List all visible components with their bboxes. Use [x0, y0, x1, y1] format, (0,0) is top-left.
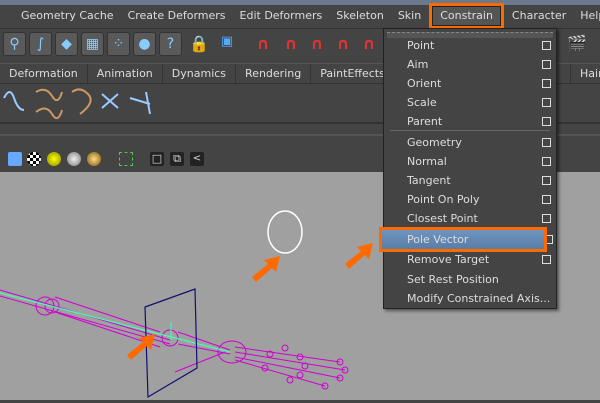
menu-item-point[interactable]: Point [384, 36, 556, 55]
option-box-icon[interactable] [542, 176, 551, 185]
snap-grid-icon[interactable]: ∩ [252, 34, 274, 54]
menu-separator [390, 130, 550, 131]
sine-curve-icon [3, 91, 25, 111]
tab-rendering[interactable]: Rendering [236, 64, 312, 83]
menu-skeleton[interactable]: Skeleton [329, 5, 391, 27]
tab-animation[interactable]: Animation [88, 64, 163, 83]
blend-curve-icon [35, 88, 63, 120]
ik-plane [144, 288, 198, 399]
snap-plane-icon[interactable]: ∩ [332, 34, 354, 54]
surface-icon[interactable]: ◆ [55, 32, 78, 56]
menu-item-geometry[interactable]: Geometry [384, 133, 556, 152]
shelf-curve-tools[interactable] [0, 84, 190, 122]
option-box-icon[interactable] [542, 214, 551, 223]
menu-geometry-cache[interactable]: Geometry Cache [14, 5, 121, 27]
tab-hair[interactable]: Hair [570, 64, 600, 84]
hw-render-icon[interactable] [87, 152, 101, 166]
menu-item-orient[interactable]: Orient [384, 74, 556, 93]
menu-item-remove-target[interactable]: Remove Target [384, 250, 556, 269]
render-clapper-icon[interactable]: 🎬 [566, 34, 588, 54]
constrain-menu: Point Aim Orient Scale Parent Geometry N… [379, 28, 557, 309]
pole-vector-locator-circle [267, 210, 303, 254]
add-point-curve-icon [71, 88, 92, 115]
snap-point-icon[interactable]: ∩ [306, 34, 328, 54]
particles-icon[interactable]: ⁘ [107, 32, 130, 56]
option-box-icon[interactable] [542, 117, 551, 126]
lattice-icon[interactable]: ▦ [81, 32, 104, 56]
option-box-icon[interactable] [544, 235, 553, 244]
help-icon[interactable]: ? [159, 32, 182, 56]
pole-vector-option-box[interactable] [544, 230, 556, 249]
lock-icon[interactable]: 🔒 [188, 34, 210, 54]
wireframe-cube-icon[interactable]: □ [150, 152, 164, 166]
menu-item-closest-point[interactable]: Closest Point [384, 209, 556, 228]
menu-item-parent[interactable]: Parent [384, 112, 556, 131]
snap-live-icon[interactable]: ∩ [358, 34, 380, 54]
option-box-icon[interactable] [542, 60, 551, 69]
wire-icon [101, 93, 119, 109]
option-box-icon[interactable] [542, 157, 551, 166]
option-box-icon[interactable] [542, 98, 551, 107]
lights-icon[interactable] [47, 152, 61, 166]
tab-dynamics[interactable]: Dynamics [163, 64, 237, 83]
menu-item-point-on-poly[interactable]: Point On Poly [384, 190, 556, 209]
select-icon[interactable]: ▣ [216, 34, 238, 54]
menu-item-scale[interactable]: Scale [384, 93, 556, 112]
menu-character[interactable]: Character [505, 5, 573, 27]
menu-item-modify-constrained-axis[interactable]: Modify Constrained Axis... [384, 289, 556, 308]
select-camera-icon[interactable] [119, 152, 133, 166]
joint-tool-icon[interactable]: ⚲ [3, 32, 26, 56]
menu-create-deformers[interactable]: Create Deformers [121, 5, 233, 27]
menu-edit-deformers[interactable]: Edit Deformers [233, 5, 330, 27]
arrow-to-locator [252, 256, 280, 282]
option-box-icon[interactable] [542, 41, 551, 50]
render-icon[interactable]: ● [133, 32, 156, 56]
menu-item-set-rest-position[interactable]: Set Rest Position [384, 270, 556, 289]
menu-skin[interactable]: Skin [391, 5, 428, 27]
cluster-icon [129, 91, 151, 115]
arrow-to-menu-item [345, 243, 373, 269]
curve-icon[interactable]: ∫ [29, 32, 52, 56]
option-box-icon[interactable] [542, 195, 551, 204]
menu-constrain[interactable]: Constrain [429, 3, 504, 29]
snap-curve-icon[interactable]: ∩ [280, 34, 302, 54]
shadows-icon[interactable] [67, 152, 81, 166]
smooth-shade-icon[interactable] [8, 152, 22, 166]
finger-joints [234, 344, 349, 390]
menu-item-tangent[interactable]: Tangent [384, 171, 556, 190]
option-box-icon[interactable] [542, 79, 551, 88]
menu-item-pole-vector[interactable]: Pole Vector [379, 227, 547, 252]
menu-item-normal[interactable]: Normal [384, 152, 556, 171]
option-box-icon[interactable] [542, 138, 551, 147]
menu-help[interactable]: Help [573, 5, 600, 27]
isolate-icon[interactable]: ⧉ [170, 152, 184, 166]
menubar: Geometry Cache Create Deformers Edit Def… [0, 3, 600, 29]
option-box-icon[interactable] [542, 255, 551, 264]
tab-deformation[interactable]: Deformation [0, 64, 88, 83]
share-icon[interactable]: < [190, 152, 204, 166]
menu-item-aim[interactable]: Aim [384, 55, 556, 74]
texture-icon[interactable] [27, 152, 41, 166]
arm-skeleton [0, 289, 349, 390]
